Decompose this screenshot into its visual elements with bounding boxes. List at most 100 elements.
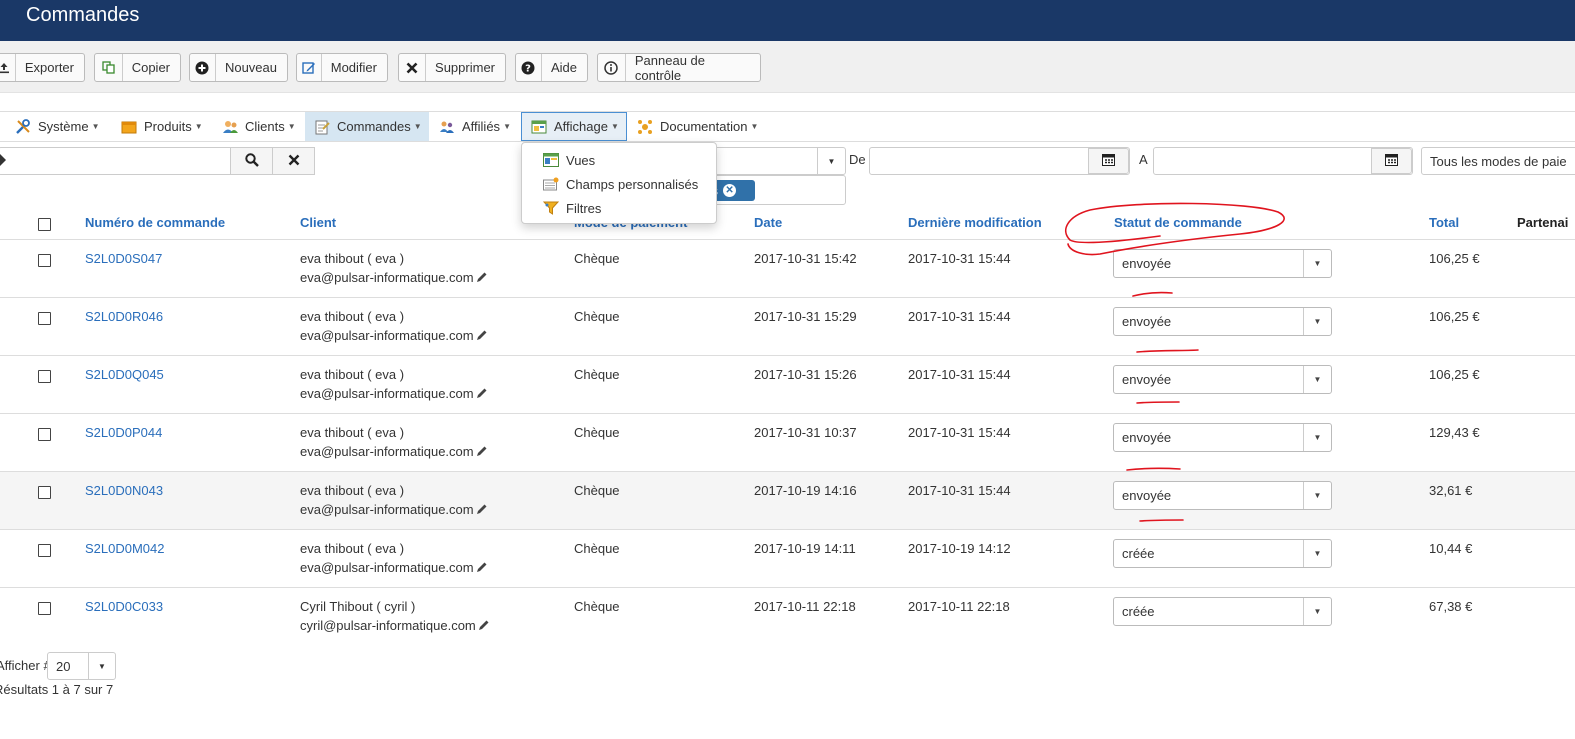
search-button[interactable]: [230, 147, 273, 175]
order-number-link[interactable]: S2L0D0Q045: [85, 365, 164, 384]
pencil-icon[interactable]: [476, 501, 488, 520]
dropdown-item-custom-fields[interactable]: Champs personnalisés: [542, 173, 698, 195]
client-email: cyril@pulsar-informatique.com: [300, 618, 476, 633]
column-header-partner[interactable]: Partenai: [1517, 215, 1568, 230]
help-button[interactable]: ? Aide: [515, 53, 588, 82]
chevron-down-icon: ▼: [1303, 482, 1331, 509]
order-status-select[interactable]: envoyée ▼: [1113, 365, 1332, 394]
select-all-checkbox[interactable]: [38, 218, 51, 231]
clear-search-button[interactable]: [272, 147, 315, 175]
column-header-total[interactable]: Total: [1429, 215, 1459, 230]
svg-text:?: ?: [526, 63, 532, 74]
menu-item-produits[interactable]: Produits ▼: [116, 112, 208, 141]
row-checkbox[interactable]: [38, 602, 51, 615]
total-cell: 106,25 €: [1429, 367, 1480, 382]
upload-icon: [0, 54, 16, 81]
date-from-calendar-button[interactable]: [1088, 148, 1129, 174]
pencil-icon[interactable]: [476, 269, 488, 288]
order-status-select[interactable]: envoyée ▼: [1113, 249, 1332, 278]
chevron-down-icon: ▼: [1303, 540, 1331, 567]
date-cell: 2017-10-31 10:37: [754, 425, 857, 440]
client-email: eva@pulsar-informatique.com: [300, 560, 474, 575]
column-header-number[interactable]: Numéro de commande: [85, 215, 225, 230]
new-button[interactable]: Nouveau: [189, 53, 288, 82]
order-number-link[interactable]: S2L0D0P044: [85, 423, 162, 442]
table-row[interactable]: S2L0D0Q045 eva thibout ( eva ) eva@pulsar-…: [0, 355, 1575, 413]
info-icon: [598, 54, 626, 81]
pagination-show-label: Afficher #: [0, 658, 51, 673]
delete-button[interactable]: Supprimer: [398, 53, 506, 82]
payment-mode-cell: Chèque: [574, 599, 620, 614]
pencil-icon[interactable]: [476, 385, 488, 404]
client-name: eva thibout ( eva ): [300, 425, 405, 440]
pencil-icon[interactable]: [476, 443, 488, 462]
payment-mode-cell: Chèque: [574, 425, 620, 440]
row-checkbox[interactable]: [38, 254, 51, 267]
chevron-down-icon: ▼: [1303, 598, 1331, 625]
table-row[interactable]: S2L0D0S047 eva thibout ( eva ) eva@pulsar-…: [0, 239, 1575, 297]
row-checkbox[interactable]: [38, 370, 51, 383]
column-header-status[interactable]: Statut de commande: [1114, 215, 1242, 230]
menu-item-systeme[interactable]: Système ▼: [10, 112, 108, 141]
order-number-link[interactable]: S2L0D0C033: [85, 597, 163, 616]
row-checkbox[interactable]: [38, 544, 51, 557]
client-name: Cyril Thibout ( cyril ): [300, 599, 416, 614]
plus-circle-icon: [190, 54, 216, 81]
table-row[interactable]: S2L0D0P044 eva thibout ( eva ) eva@pulsar-…: [0, 413, 1575, 471]
row-checkbox[interactable]: [38, 428, 51, 441]
status-value: envoyée: [1122, 314, 1172, 329]
per-page-select[interactable]: 20 ▼: [47, 652, 116, 680]
edit-button[interactable]: Modifier: [296, 53, 388, 82]
client-email: eva@pulsar-informatique.com: [300, 386, 474, 401]
search-input[interactable]: [0, 147, 234, 175]
pencil-icon[interactable]: [478, 617, 490, 636]
menu-item-clients[interactable]: Clients ▼: [217, 112, 303, 141]
close-icon[interactable]: ✕: [723, 184, 737, 197]
menu-item-documentation[interactable]: Documentation ▼: [632, 112, 762, 141]
control-panel-button[interactable]: Panneau de contrôle: [597, 53, 761, 83]
modified-cell: 2017-10-31 15:44: [908, 483, 1011, 498]
order-status-select[interactable]: envoyée ▼: [1113, 423, 1332, 452]
order-number-link[interactable]: S2L0D0S047: [85, 249, 162, 268]
order-number-link[interactable]: S2L0D0M042: [85, 539, 165, 558]
date-to-calendar-button[interactable]: [1371, 148, 1412, 174]
order-status-select[interactable]: créée ▼: [1113, 539, 1332, 568]
order-status-select[interactable]: envoyée ▼: [1113, 481, 1332, 510]
date-cell: 2017-10-19 14:11: [754, 541, 856, 556]
menu-item-affichage[interactable]: Affichage ▼: [521, 112, 627, 141]
modified-cell: 2017-10-31 15:44: [908, 367, 1011, 382]
order-number-link[interactable]: S2L0D0R046: [85, 307, 163, 326]
row-checkbox[interactable]: [38, 312, 51, 325]
column-header-client[interactable]: Client: [300, 215, 336, 230]
chevron-down-icon: ▼: [1303, 424, 1331, 451]
menu-item-affilies[interactable]: Affiliés ▼: [434, 112, 518, 141]
column-header-date[interactable]: Date: [754, 215, 782, 230]
column-header-modified[interactable]: Dernière modification: [908, 215, 1042, 230]
copy-button[interactable]: Copier: [94, 53, 181, 82]
table-row[interactable]: S2L0D0N043 eva thibout ( eva ) eva@pulsar-…: [0, 471, 1575, 529]
documentation-icon: [636, 119, 654, 135]
pencil-icon[interactable]: [476, 559, 488, 578]
order-number-link[interactable]: S2L0D0N043: [85, 481, 163, 500]
export-button[interactable]: Exporter: [0, 53, 85, 82]
status-filter-select[interactable]: ▼: [700, 147, 846, 175]
copy-icon: [95, 54, 123, 81]
date-cell: 2017-10-19 14:16: [754, 483, 857, 498]
client-name: eva thibout ( eva ): [300, 541, 405, 556]
status-value: envoyée: [1122, 256, 1172, 271]
order-status-select[interactable]: créée ▼: [1113, 597, 1332, 626]
payment-mode-select[interactable]: Tous les modes de paie: [1421, 147, 1575, 175]
date-to-label: A: [1139, 152, 1148, 167]
table-row[interactable]: S2L0D0M042 eva thibout ( eva ) eva@pulsar-…: [0, 529, 1575, 587]
dropdown-item-vues[interactable]: Vues: [542, 149, 595, 171]
table-row[interactable]: S2L0D0C033 Cyril Thibout ( cyril ) cyril@p…: [0, 587, 1575, 645]
table-row[interactable]: S2L0D0R046 eva thibout ( eva ) eva@pulsar-…: [0, 297, 1575, 355]
pencil-icon[interactable]: [476, 327, 488, 346]
date-cell: 2017-10-31 15:29: [754, 309, 857, 324]
dropdown-item-filtres[interactable]: Filtres: [542, 197, 601, 219]
order-status-select[interactable]: envoyée ▼: [1113, 307, 1332, 336]
menu-item-commandes[interactable]: Commandes ▼: [305, 112, 429, 141]
row-checkbox[interactable]: [38, 486, 51, 499]
payment-mode-cell: Chèque: [574, 309, 620, 324]
affiliates-icon: [438, 119, 456, 135]
